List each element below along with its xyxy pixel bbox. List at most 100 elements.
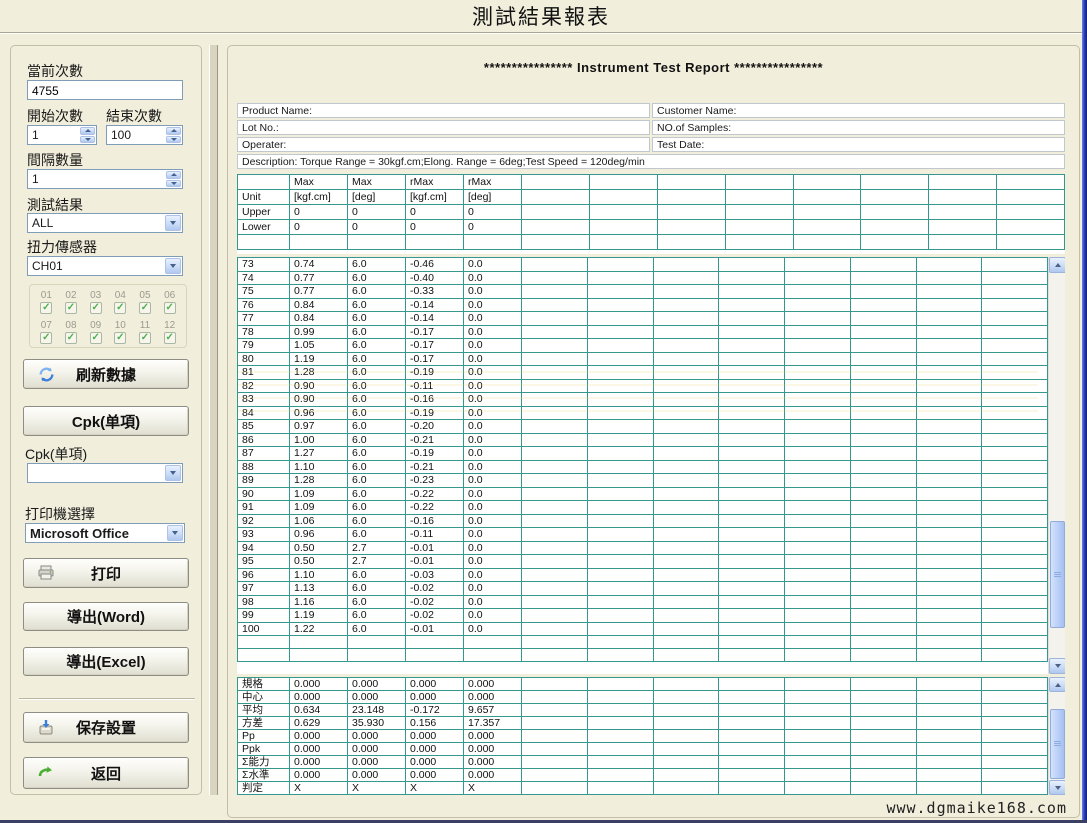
samples-cell[interactable]: NO.of Samples: — [652, 120, 1065, 135]
chevron-down-icon[interactable] — [167, 525, 183, 541]
print-button[interactable]: 打印 — [23, 558, 189, 588]
data-grid-scroll-thumb[interactable] — [1050, 521, 1065, 628]
operater-cell[interactable]: Operater: — [237, 137, 650, 152]
channel-checkbox[interactable]: ✓ — [40, 332, 52, 344]
end-count-stepper[interactable]: 100 — [106, 125, 183, 145]
row-label-cell — [238, 175, 290, 190]
data-cell — [719, 636, 785, 649]
data-cell — [522, 730, 588, 743]
panel-splitter-handle[interactable] — [209, 45, 218, 795]
table-row: 911.096.0-0.220.0 — [238, 501, 1048, 515]
data-cell: 0.99 — [290, 325, 348, 339]
back-button[interactable]: 返回 — [23, 757, 189, 789]
report-panel: **************** Instrument Test Report … — [227, 45, 1080, 818]
stats-grid-scroll-thumb[interactable] — [1050, 709, 1065, 779]
data-cell — [793, 220, 861, 235]
channel-checkbox[interactable]: ✓ — [65, 302, 77, 314]
control-panel: 當前次數 開始次數 結束次數 1 100 間隔數量 1 測試結果 ALL 扭力傳… — [10, 45, 202, 795]
data-cell: 0.000 — [464, 756, 522, 769]
scroll-up-icon[interactable] — [1049, 677, 1065, 692]
spinner-up-icon[interactable] — [166, 127, 181, 135]
spinner-down-icon[interactable] — [80, 136, 95, 144]
data-cell: 0.0 — [464, 487, 522, 501]
interval-stepper[interactable]: 1 — [27, 169, 183, 189]
data-cell — [522, 568, 588, 582]
test-date-cell[interactable]: Test Date: — [652, 137, 1065, 152]
data-cell — [982, 568, 1048, 582]
product-name-cell[interactable]: Product Name: — [237, 103, 650, 118]
description-cell[interactable]: Description: Torque Range = 30kgf.cm;Elo… — [237, 154, 1065, 169]
start-count-stepper[interactable]: 1 — [27, 125, 97, 145]
data-grid-scrollbar[interactable] — [1048, 257, 1065, 674]
chevron-down-icon[interactable] — [165, 215, 181, 231]
printer-select[interactable]: Microsoft Office — [25, 523, 185, 543]
report-info-table: Product Name: Customer Name: Lot No.: NO… — [237, 103, 1065, 171]
data-cell — [719, 312, 785, 326]
torque-sensor-select[interactable]: CH01 — [27, 256, 183, 276]
scroll-down-icon[interactable] — [1049, 658, 1065, 674]
chevron-down-icon[interactable] — [165, 258, 181, 274]
channel-checkbox[interactable]: ✓ — [65, 332, 77, 344]
channel-checkbox[interactable]: ✓ — [164, 302, 176, 314]
channel-checkbox[interactable]: ✓ — [40, 302, 52, 314]
channel-checkbox[interactable]: ✓ — [139, 302, 151, 314]
channel-checkbox[interactable]: ✓ — [164, 332, 176, 344]
test-result-select[interactable]: ALL — [27, 213, 183, 233]
data-cell — [522, 420, 588, 434]
data-cell — [916, 769, 982, 782]
spinner-down-icon[interactable] — [166, 180, 181, 188]
data-cell — [916, 487, 982, 501]
current-count-input[interactable] — [27, 80, 183, 100]
data-cell — [916, 678, 982, 691]
cpk-button[interactable]: Cpk(单項) — [23, 406, 189, 436]
channel-checkbox[interactable]: ✓ — [114, 332, 126, 344]
data-cell — [982, 514, 1048, 528]
export-excel-button[interactable]: 導出(Excel) — [23, 647, 189, 676]
data-cell — [785, 501, 851, 515]
table-row: 方差0.62935.9300.15617.357 — [238, 717, 1048, 730]
export-excel-label: 導出(Excel) — [66, 651, 145, 672]
data-cell — [850, 406, 916, 420]
data-cell — [522, 555, 588, 569]
scroll-up-icon[interactable] — [1049, 257, 1065, 273]
data-cell: 6.0 — [348, 393, 406, 407]
spinner-up-icon[interactable] — [80, 127, 95, 135]
data-cell — [785, 285, 851, 299]
data-cell: -0.21 — [406, 433, 464, 447]
data-cell — [982, 258, 1048, 272]
spinner-down-icon[interactable] — [166, 136, 181, 144]
customer-name-cell[interactable]: Customer Name: — [652, 103, 1065, 118]
chevron-down-icon[interactable] — [165, 465, 181, 481]
panel-separator — [19, 698, 195, 700]
channel-checkbox[interactable]: ✓ — [90, 302, 102, 314]
scroll-down-icon[interactable] — [1049, 780, 1065, 795]
lot-no-cell[interactable]: Lot No.: — [237, 120, 650, 135]
data-cell: -0.17 — [406, 352, 464, 366]
refresh-data-button[interactable]: 刷新數據 — [23, 359, 189, 389]
data-cell — [850, 704, 916, 717]
data-cell — [653, 704, 719, 717]
data-cell — [719, 609, 785, 623]
cpk-select[interactable] — [27, 463, 183, 483]
spinner-up-icon[interactable] — [166, 171, 181, 179]
channel-checkbox[interactable]: ✓ — [139, 332, 151, 344]
data-cell — [522, 514, 588, 528]
save-settings-button[interactable]: 保存設置 — [23, 712, 189, 743]
data-cell — [719, 325, 785, 339]
printer-select-label: 打印機選擇 — [25, 504, 95, 524]
channel-checkbox[interactable]: ✓ — [114, 302, 126, 314]
channel-checkbox[interactable]: ✓ — [90, 332, 102, 344]
table-row: 801.196.0-0.170.0 — [238, 352, 1048, 366]
export-word-button[interactable]: 導出(Word) — [23, 602, 189, 631]
data-cell — [653, 756, 719, 769]
data-cell — [916, 704, 982, 717]
data-cell — [982, 769, 1048, 782]
data-cell — [653, 352, 719, 366]
data-cell — [850, 568, 916, 582]
data-cell — [719, 447, 785, 461]
data-cell: X — [406, 782, 464, 795]
data-cell: 1.28 — [290, 366, 348, 380]
stats-grid-scrollbar[interactable] — [1048, 677, 1065, 795]
data-cell: 0.000 — [406, 756, 464, 769]
table-row: 平均0.63423.148-0.1729.657 — [238, 704, 1048, 717]
